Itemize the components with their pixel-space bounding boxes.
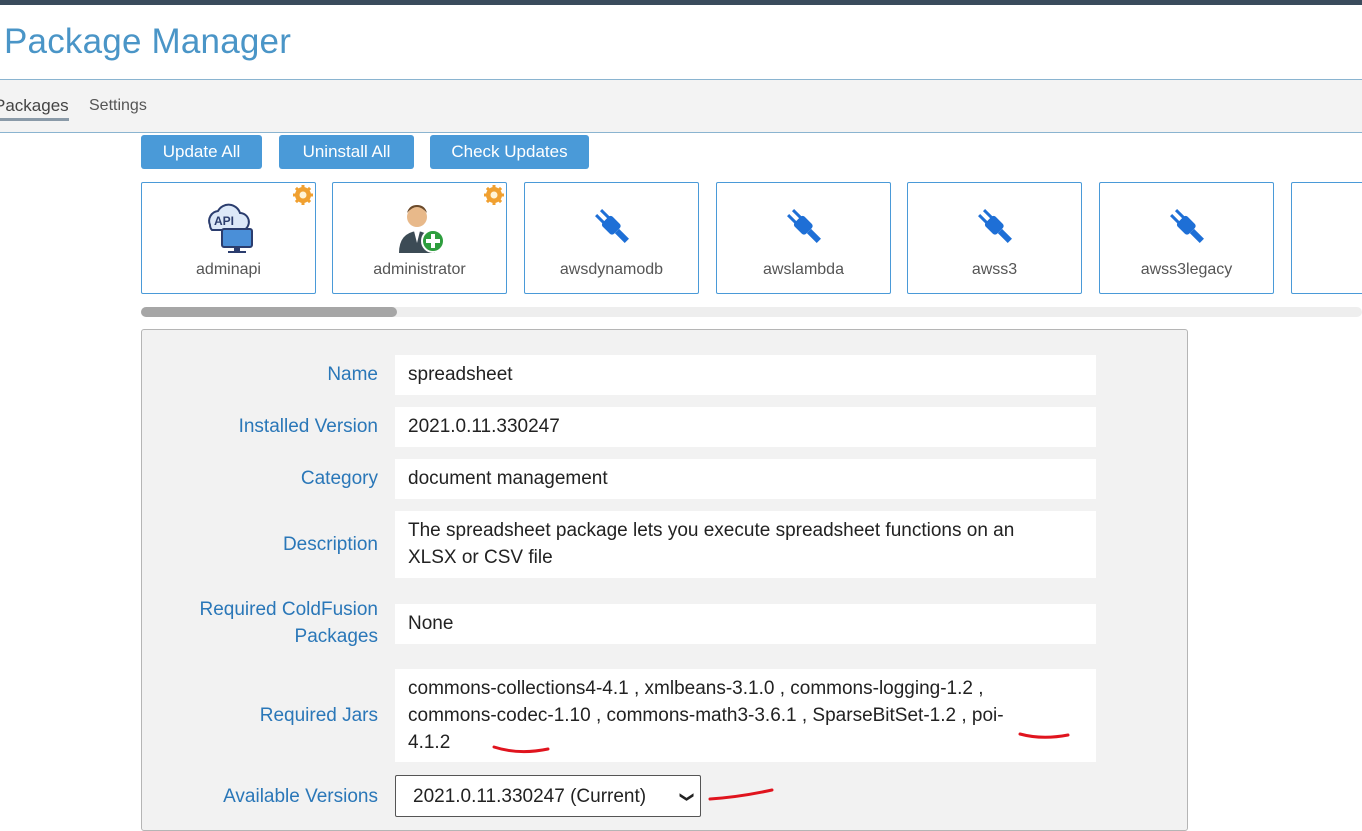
chevron-down-icon: ❯ bbox=[680, 791, 697, 803]
package-tiles: API adminapi administrator awsdynamodb a… bbox=[141, 182, 1362, 294]
package-tile-adminapi[interactable]: API adminapi bbox=[141, 182, 316, 294]
uninstall-all-button[interactable]: Uninstall All bbox=[279, 135, 414, 169]
package-name: awsdynamodb bbox=[559, 261, 664, 278]
package-name: awss3 bbox=[971, 261, 1018, 278]
available-versions-label: Available Versions bbox=[223, 786, 378, 807]
package-name: aws bbox=[1292, 261, 1362, 279]
package-tile-awss3legacy[interactable]: awss3legacy bbox=[1099, 182, 1274, 294]
required-jars-value: commons-collections4-4.1 , xmlbeans-3.1.… bbox=[395, 669, 1096, 762]
required-packages-value: None bbox=[395, 604, 1096, 644]
required-packages-label-line: Required ColdFusion bbox=[199, 599, 379, 620]
description-label: Description bbox=[282, 534, 378, 555]
update-available-icon bbox=[293, 185, 313, 205]
category-label: Category bbox=[300, 468, 378, 489]
package-name: awslambda bbox=[763, 261, 844, 278]
required-packages-label: Required ColdFusion Packages bbox=[200, 596, 379, 650]
svg-text:API: API bbox=[214, 214, 234, 228]
page-title: Package Manager bbox=[4, 22, 292, 61]
description-line: The spreadsheet package lets you execute… bbox=[408, 520, 1015, 541]
tab-bar: Packages Settings bbox=[0, 80, 1362, 133]
required-jars-label: Required Jars bbox=[259, 705, 378, 726]
plug-icon bbox=[787, 209, 821, 243]
description-value: The spreadsheet package lets you execute… bbox=[395, 511, 1096, 578]
plug-icon bbox=[595, 209, 629, 243]
tab-settings[interactable]: Settings bbox=[89, 97, 147, 115]
package-tile-awslambda[interactable]: awslambda bbox=[716, 182, 891, 294]
update-all-button[interactable]: Update All bbox=[141, 135, 262, 169]
installed-version-label: Installed Version bbox=[238, 416, 378, 437]
required-packages-label-line: Packages bbox=[294, 626, 378, 647]
required-jars-line: 4.1.2 bbox=[408, 732, 451, 753]
api-cloud-icon: API bbox=[208, 203, 253, 253]
package-name: administrator bbox=[373, 261, 466, 278]
installed-version-value: 2021.0.11.330247 bbox=[395, 407, 1096, 447]
top-accent-bar bbox=[0, 0, 1362, 5]
required-jars-line: commons-collections4-4.1 , xmlbeans-3.1.… bbox=[408, 678, 984, 699]
package-tile-awsdynamodb[interactable]: awsdynamodb bbox=[524, 182, 699, 294]
name-label: Name bbox=[327, 364, 378, 385]
package-tile-aws[interactable]: aws bbox=[1291, 182, 1362, 294]
package-name: awss3legacy bbox=[1140, 261, 1233, 278]
plug-icon bbox=[1350, 197, 1362, 255]
update-available-icon bbox=[484, 185, 504, 205]
tiles-scrollbar-thumb[interactable] bbox=[141, 307, 397, 317]
required-jars-line: commons-codec-1.10 , commons-math3-3.6.1… bbox=[408, 705, 1004, 726]
name-value: spreadsheet bbox=[395, 355, 1096, 395]
category-value: document management bbox=[395, 459, 1096, 499]
description-line: XLSX or CSV file bbox=[408, 547, 553, 568]
tab-packages[interactable]: Packages bbox=[0, 96, 69, 121]
check-updates-button[interactable]: Check Updates bbox=[430, 135, 589, 169]
selected-version: 2021.0.11.330247 (Current) bbox=[413, 786, 647, 807]
available-versions-select[interactable]: 2021.0.11.330247 (Current) ❯ bbox=[395, 775, 701, 817]
user-add-icon bbox=[399, 205, 445, 253]
package-tile-awss3[interactable]: awss3 bbox=[907, 182, 1082, 294]
plug-icon bbox=[978, 209, 1012, 243]
package-tile-administrator[interactable]: administrator bbox=[332, 182, 507, 294]
package-name: adminapi bbox=[196, 261, 261, 278]
plug-icon bbox=[1170, 209, 1204, 243]
